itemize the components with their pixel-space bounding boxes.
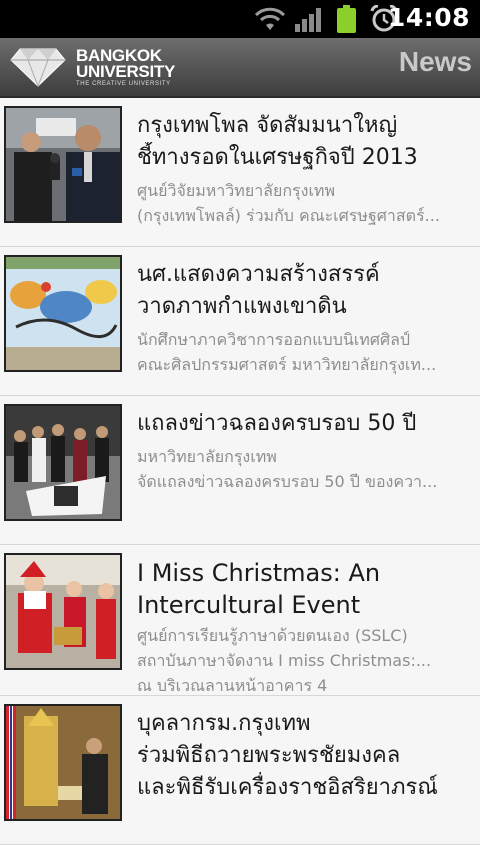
news-thumbnail bbox=[4, 255, 122, 372]
wifi-icon bbox=[254, 7, 286, 30]
status-bar: 14:08 bbox=[0, 0, 480, 38]
news-title-line: บุคลากรม.กรุงเทพ bbox=[137, 711, 311, 736]
news-title: นศ.แสดงความสร้างสรรค์ วาดภาพกำแพงเขาดิน bbox=[137, 259, 471, 323]
news-title: กรุงเทพโพล จัดสัมมนาใหญ่ ชี้ทางรอดในเศรษ… bbox=[137, 110, 471, 174]
news-summary: ศูนย์การเรียนรู้ภาษาด้วยตนเอง (SSLC) สถา… bbox=[137, 623, 471, 698]
logo-tagline: THE CREATIVE UNIVERSITY bbox=[76, 81, 171, 87]
christmas-photo bbox=[6, 555, 120, 668]
news-summary-line: มหาวิทยาลัยกรุงเทพ bbox=[137, 447, 277, 466]
news-summary: นักศึกษาภาควิชาการออกแบบนิเทศศิลป์ คณะศิ… bbox=[137, 327, 471, 377]
clock-time: 14:08 bbox=[387, 3, 470, 32]
press-conference-photo bbox=[6, 108, 120, 221]
news-title-line: แถลงข่าวฉลองครบรอบ 50 ปี bbox=[137, 411, 417, 436]
news-summary-line: จัดแถลงข่าวฉลองครบรอบ 50 ปี ของควา... bbox=[137, 472, 438, 491]
news-item[interactable]: นศ.แสดงความสร้างสรรค์ วาดภาพกำแพงเขาดิน … bbox=[0, 247, 480, 396]
signal-icon bbox=[295, 8, 321, 32]
news-thumbnail bbox=[4, 106, 122, 223]
news-list: กรุงเทพโพล จัดสัมมนาใหญ่ ชี้ทางรอดในเศรษ… bbox=[0, 98, 480, 845]
news-title: บุคลากรม.กรุงเทพ ร่วมพิธีถวายพระพรชัยมงค… bbox=[137, 708, 471, 804]
news-title-line: Intercultural Event bbox=[137, 591, 361, 619]
news-summary-line: นักศึกษาภาควิชาการออกแบบนิเทศศิลป์ bbox=[137, 330, 411, 349]
news-title-line: และพิธีรับเครื่องราชอิสริยาภรณ์ bbox=[137, 775, 438, 800]
news-title-line: I Miss Christmas: An bbox=[137, 559, 381, 587]
logo-line-2: UNIVERSITY bbox=[76, 62, 176, 81]
battery-icon bbox=[337, 5, 356, 33]
news-title-line: วาดภาพกำแพงเขาดิน bbox=[137, 294, 347, 319]
news-title-line: กรุงเทพโพล จัดสัมมนาใหญ่ bbox=[137, 113, 398, 138]
university-logo: BANGKOK UNIVERSITY THE CREATIVE UNIVERSI… bbox=[76, 47, 176, 87]
news-item[interactable]: แถลงข่าวฉลองครบรอบ 50 ปี มหาวิทยาลัยกรุง… bbox=[0, 396, 480, 545]
news-summary: ศูนย์วิจัยมหาวิทยาลัยกรุงเทพ (กรุงเทพโพล… bbox=[137, 178, 471, 228]
news-summary: มหาวิทยาลัยกรุงเทพ จัดแถลงข่าวฉลองครบรอบ… bbox=[137, 444, 471, 494]
news-thumbnail bbox=[4, 704, 122, 821]
news-title-line: ชี้ทางรอดในเศรษฐกิจปี 2013 bbox=[137, 145, 418, 170]
ceremony-photo bbox=[6, 706, 120, 819]
news-title: I Miss Christmas: An Intercultural Event bbox=[137, 557, 471, 621]
wall-mural-photo bbox=[6, 257, 120, 370]
news-summary-line: สถาบันภาษาจัดงาน I miss Christmas:... bbox=[137, 651, 432, 670]
news-item[interactable]: I Miss Christmas: An Intercultural Event… bbox=[0, 545, 480, 696]
news-summary-line: ศูนย์การเรียนรู้ภาษาด้วยตนเอง (SSLC) bbox=[137, 626, 408, 645]
news-summary-line: ณ บริเวณลานหน้าอาคาร 4 bbox=[137, 676, 328, 695]
news-item[interactable]: กรุงเทพโพล จัดสัมมนาใหญ่ ชี้ทางรอดในเศรษ… bbox=[0, 98, 480, 247]
news-thumbnail bbox=[4, 404, 122, 521]
news-summary-line: คณะศิลปกรรมศาสตร์ มหาวิทยาลัยกรุงเท... bbox=[137, 355, 437, 374]
app-bar: BANGKOK UNIVERSITY THE CREATIVE UNIVERSI… bbox=[0, 38, 480, 98]
news-summary-line: ศูนย์วิจัยมหาวิทยาลัยกรุงเทพ bbox=[137, 181, 336, 200]
news-title: แถลงข่าวฉลองครบรอบ 50 ปี bbox=[137, 408, 471, 440]
news-title-line: ร่วมพิธีถวายพระพรชัยมงคล bbox=[137, 743, 401, 768]
news-thumbnail bbox=[4, 553, 122, 670]
news-summary-line: (กรุงเทพโพลล์) ร่วมกับ คณะเศรษฐศาสตร์... bbox=[137, 206, 440, 225]
page-title: News bbox=[398, 46, 472, 77]
anniversary-photo bbox=[6, 406, 120, 519]
news-item[interactable]: บุคลากรม.กรุงเทพ ร่วมพิธีถวายพระพรชัยมงค… bbox=[0, 696, 480, 845]
news-title-line: นศ.แสดงความสร้างสรรค์ bbox=[137, 262, 380, 287]
diamond-logo-icon bbox=[10, 48, 66, 87]
